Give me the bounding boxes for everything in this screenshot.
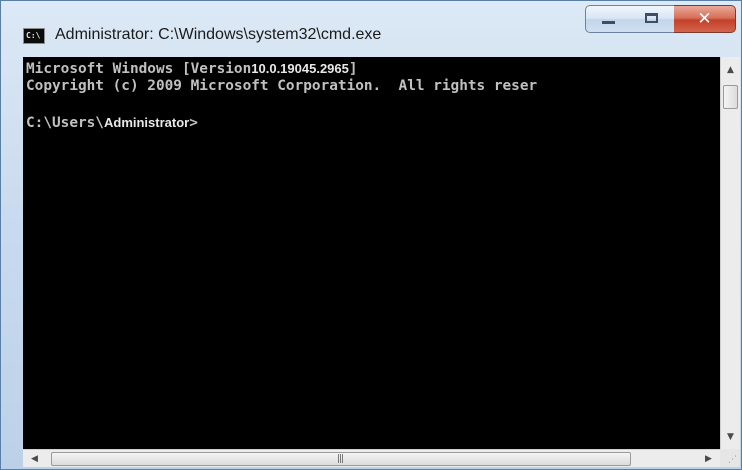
maximize-button[interactable] (629, 5, 675, 33)
scroll-up-icon[interactable]: ▲ (727, 65, 734, 75)
cmd-window: C:\ Administrator: C:\Windows\system32\c… (0, 0, 742, 470)
thumb-grip-icon: ||| (337, 454, 344, 464)
close-icon: ✕ (697, 9, 712, 29)
maximize-icon (645, 13, 658, 23)
horizontal-scroll-thumb[interactable]: ||| (51, 452, 631, 466)
prompt-path: C:\Users\ (26, 115, 104, 131)
version-suffix: ] (348, 61, 358, 77)
minimize-icon (602, 21, 615, 24)
scroll-down-icon[interactable]: ▼ (727, 432, 734, 442)
minimize-button[interactable] (585, 5, 630, 33)
version-number: 10.0.19045.2965 (251, 61, 349, 76)
close-button[interactable]: ✕ (674, 5, 736, 33)
scroll-left-icon[interactable]: ◀ (31, 454, 38, 464)
resize-grip-icon: ⋰ (728, 455, 737, 465)
prompt-suffix: > (189, 115, 198, 131)
window-title: Administrator: C:\Windows\system32\cmd.e… (55, 26, 382, 43)
command-prompt[interactable]: C:\Users\Administrator> (26, 114, 198, 132)
vertical-scroll-thumb[interactable] (723, 85, 738, 109)
app-icon-label: C:\ (26, 31, 41, 40)
console-output[interactable]: Microsoft Windows [Version10.0.19045.296… (23, 57, 720, 449)
vertical-scrollbar[interactable]: ▲ ▼ (720, 57, 740, 449)
title-bar[interactable]: C:\ Administrator: C:\Windows\system32\c… (1, 1, 741, 51)
cmd-app-icon[interactable]: C:\ (23, 28, 45, 44)
resize-grip[interactable]: ⋰ (720, 449, 740, 467)
console-line-version: Microsoft Windows [Version10.0.19045.296… (26, 60, 358, 78)
console-line-copyright: Copyright (c) 2009 Microsoft Corporation… (26, 78, 538, 94)
prompt-user: Administrator (103, 115, 190, 130)
scroll-right-icon[interactable]: ▶ (705, 454, 712, 464)
horizontal-scrollbar[interactable]: ◀ ||| ▶ (23, 449, 720, 467)
version-prefix: Microsoft Windows [Version (26, 61, 252, 77)
